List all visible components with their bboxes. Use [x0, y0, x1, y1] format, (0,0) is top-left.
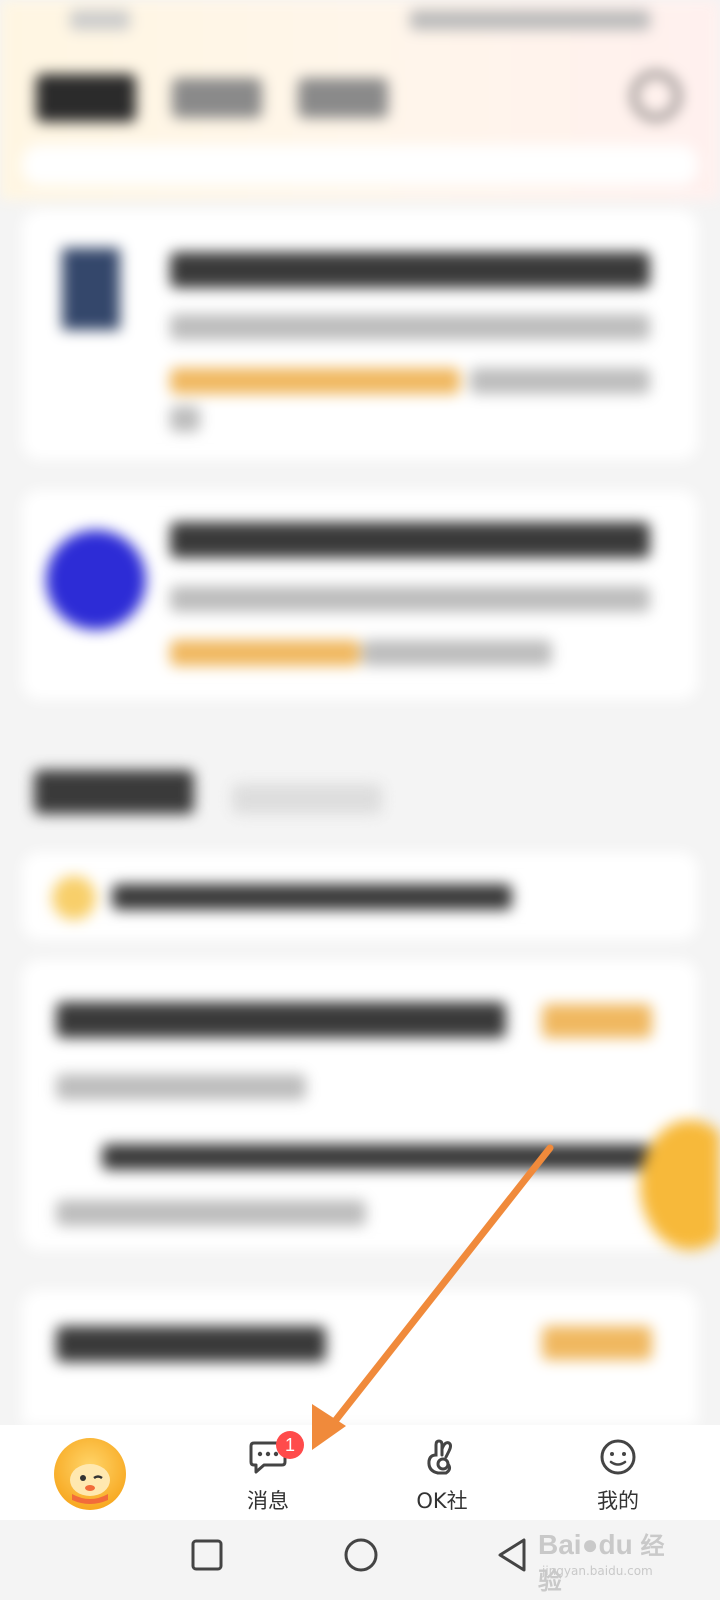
- watermark-brand2: du: [598, 1529, 633, 1560]
- triangle-back-icon[interactable]: [494, 1536, 530, 1574]
- annotation-arrow: [312, 1144, 554, 1450]
- circle-icon[interactable]: [342, 1536, 380, 1574]
- baidu-watermark: Bai●du 经验 jingyan.baidu.com: [538, 1520, 668, 1595]
- watermark-url: jingyan.baidu.com: [542, 1564, 653, 1578]
- watermark-brand: Bai: [538, 1529, 582, 1560]
- square-icon[interactable]: [190, 1538, 224, 1572]
- paw-icon: ●: [581, 1529, 599, 1560]
